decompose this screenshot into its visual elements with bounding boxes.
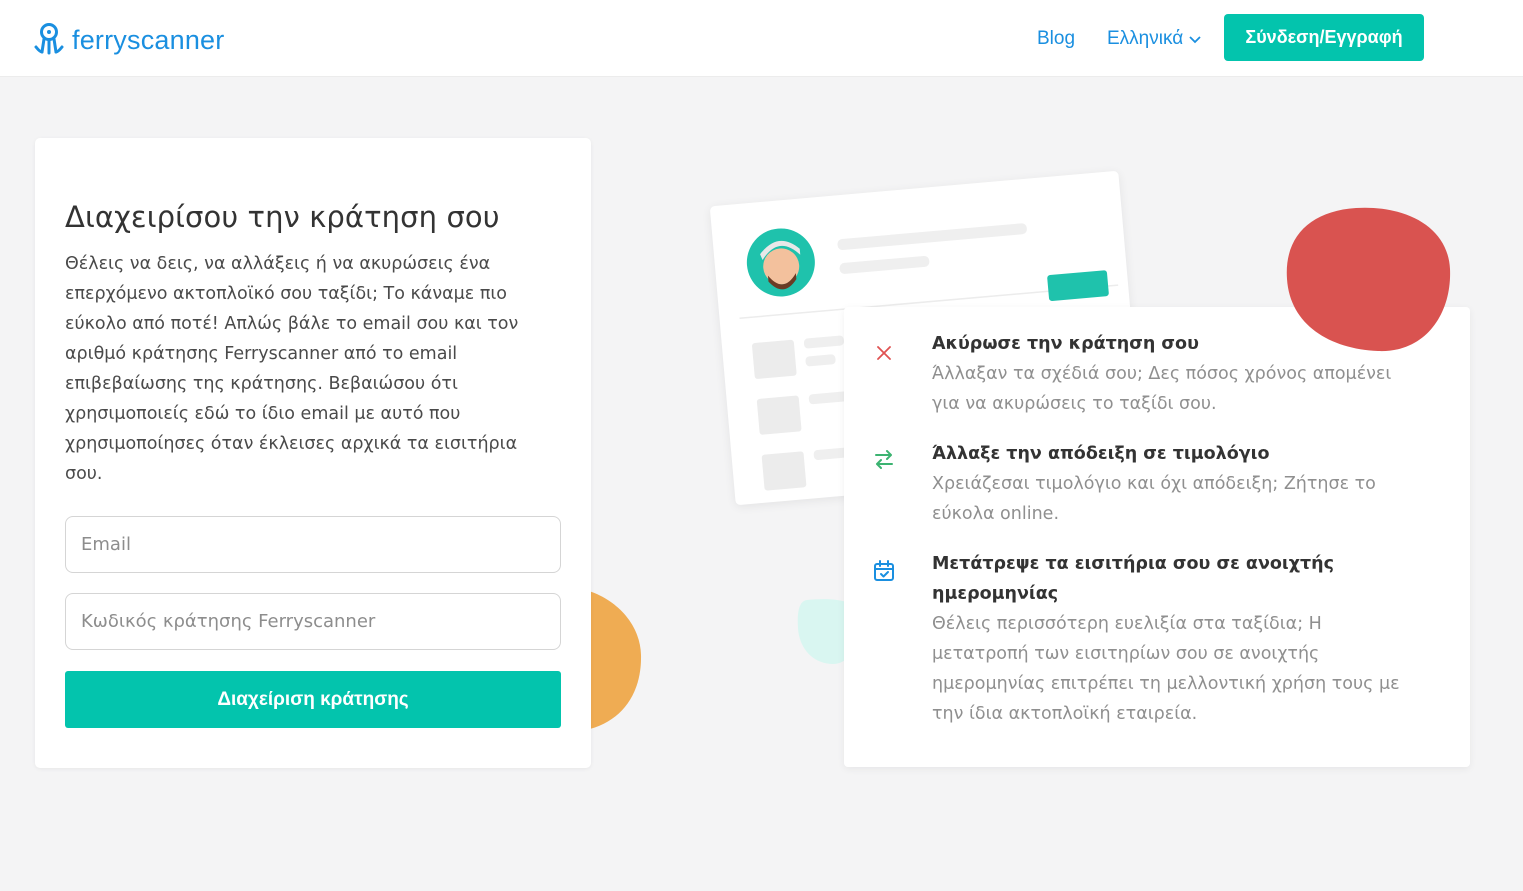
features-card: Ακύρωσε την κράτηση σου Άλλαξαν τα σχέδι… <box>844 307 1470 767</box>
close-icon <box>872 341 896 365</box>
booking-code-field[interactable] <box>65 593 561 650</box>
swap-arrows-icon <box>872 447 896 471</box>
language-label: Ελληνικά <box>1107 28 1184 49</box>
manage-booking-description: Θέλεις να δεις, να αλλάξεις ή να ακυρώσε… <box>65 254 519 484</box>
calendar-check-icon <box>872 559 896 583</box>
nav-blog-link[interactable]: Blog <box>1037 28 1075 50</box>
manage-booking-title: Διαχειρίσου την κράτηση σου <box>65 200 500 234</box>
top-navbar: ferryscanner Blog Ελληνικά Σύνδεση/Εγγρα… <box>0 0 1523 77</box>
decorative-red-blob <box>1286 207 1451 352</box>
language-selector[interactable]: Ελληνικά <box>1107 28 1201 50</box>
ferryscanner-logo-icon <box>34 21 64 60</box>
chevron-down-icon <box>1189 28 1201 50</box>
manage-booking-button[interactable]: Διαχείριση κράτησης <box>65 671 561 728</box>
feature-title: Μετάτρεψε τα εισιτήρια σου σε ανοιχτής η… <box>932 554 1334 604</box>
feature-text: Άλλαξαν τα σχέδιά σου; Δες πόσος χρόνος … <box>932 364 1392 414</box>
logo-text: ferryscanner <box>72 24 225 55</box>
feature-title: Άλλαξε την απόδειξη σε τιμολόγιο <box>932 444 1270 464</box>
ferryscanner-logo[interactable]: ferryscanner <box>34 21 225 60</box>
feature-text: Χρειάζεσαι τιμολόγιο και όχι απόδειξη; Ζ… <box>932 474 1376 524</box>
email-field[interactable] <box>65 516 561 573</box>
login-register-button[interactable]: Σύνδεση/Εγγραφή <box>1224 14 1424 61</box>
manage-booking-card: Διαχειρίσου την κράτηση σου Θέλεις να δε… <box>35 138 591 768</box>
feature-text: Θέλεις περισσότερη ευελιξία στα ταξίδια;… <box>932 614 1400 724</box>
